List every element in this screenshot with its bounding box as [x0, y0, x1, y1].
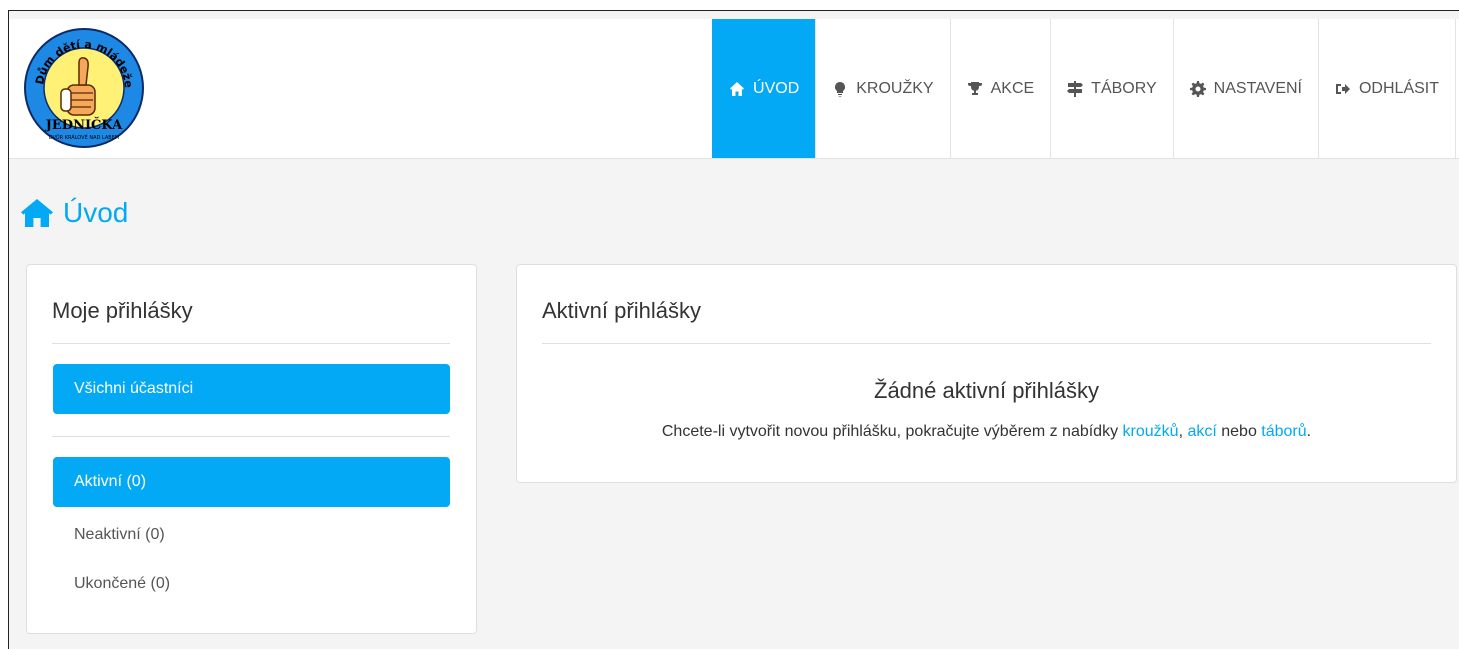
home-icon — [729, 81, 745, 97]
suffix: . — [1306, 423, 1312, 440]
nav-label: ÚVOD — [753, 79, 800, 97]
empty-text-prefix: Chcete-li vytvořit novou přihlášku, pokr… — [661, 423, 1123, 440]
nav-item-odhlasit[interactable]: ODHLÁSIT — [1317, 19, 1456, 158]
top-navbar: Dům dětí a mládeže JEDNIČKA DVŮR KRÁLOVÉ… — [9, 19, 1459, 159]
home-icon — [21, 199, 53, 227]
nav-item-nastaveni[interactable]: NASTAVENÍ — [1172, 19, 1318, 158]
logout-icon — [1335, 81, 1351, 97]
lightbulb-icon — [832, 81, 848, 97]
link-akce[interactable]: akcí — [1187, 423, 1216, 440]
nav-label: KROUŽKY — [856, 79, 934, 97]
nav-item-akce[interactable]: AKCE — [949, 19, 1051, 158]
panel-title: Aktivní přihlášky — [542, 298, 701, 323]
trophy-icon — [967, 81, 983, 97]
separator: nebo — [1216, 423, 1262, 440]
empty-state-text: Chcete-li vytvořit novou přihlášku, pokr… — [517, 423, 1456, 441]
gear-icon — [1189, 80, 1206, 97]
empty-state-title: Žádné aktivní přihlášky — [874, 378, 1099, 403]
link-tabory[interactable]: táborů — [1261, 423, 1306, 440]
page-title-text: Úvod — [63, 197, 129, 228]
link-krouzky[interactable]: kroužků — [1123, 423, 1179, 440]
svg-text:JEDNIČKA: JEDNIČKA — [45, 116, 123, 133]
filter-active[interactable]: Aktivní (0) — [53, 457, 450, 507]
nav-label: ODHLÁSIT — [1358, 79, 1439, 97]
all-participants-button[interactable]: Všichni účastníci — [53, 364, 450, 414]
signpost-icon — [1067, 80, 1084, 97]
divider — [52, 343, 450, 344]
main-navigation: ÚVOD KROUŽKY AKCE TÁBORY NASTAVENÍ ODHLÁ… — [712, 19, 1456, 158]
app-frame: Dům dětí a mládeže JEDNIČKA DVŮR KRÁLOVÉ… — [8, 10, 1459, 649]
nav-label: NASTAVENÍ — [1213, 79, 1302, 97]
ddm-jednicka-logo[interactable]: Dům dětí a mládeže JEDNIČKA DVŮR KRÁLOVÉ… — [23, 27, 145, 149]
page-title: Úvod — [21, 197, 128, 229]
nav-label: AKCE — [990, 79, 1035, 97]
my-applications-panel: Moje přihlášky Všichni účastníci Aktivní… — [26, 264, 477, 634]
divider — [52, 436, 450, 437]
svg-text:DVŮR KRÁLOVÉ NAD LABEM: DVŮR KRÁLOVÉ NAD LABEM — [49, 133, 119, 141]
filter-inactive[interactable]: Neaktivní (0) — [53, 510, 450, 560]
filter-finished[interactable]: Ukončené (0) — [53, 559, 450, 609]
nav-label: TÁBORY — [1091, 79, 1157, 97]
divider — [542, 343, 1431, 344]
nav-item-uvod[interactable]: ÚVOD — [712, 19, 816, 158]
panel-title: Moje přihlášky — [52, 298, 193, 323]
nav-item-krouzky[interactable]: KROUŽKY — [815, 19, 949, 158]
nav-item-tabory[interactable]: TÁBORY — [1050, 19, 1173, 158]
active-applications-panel: Aktivní přihlášky Žádné aktivní přihlášk… — [516, 264, 1457, 483]
